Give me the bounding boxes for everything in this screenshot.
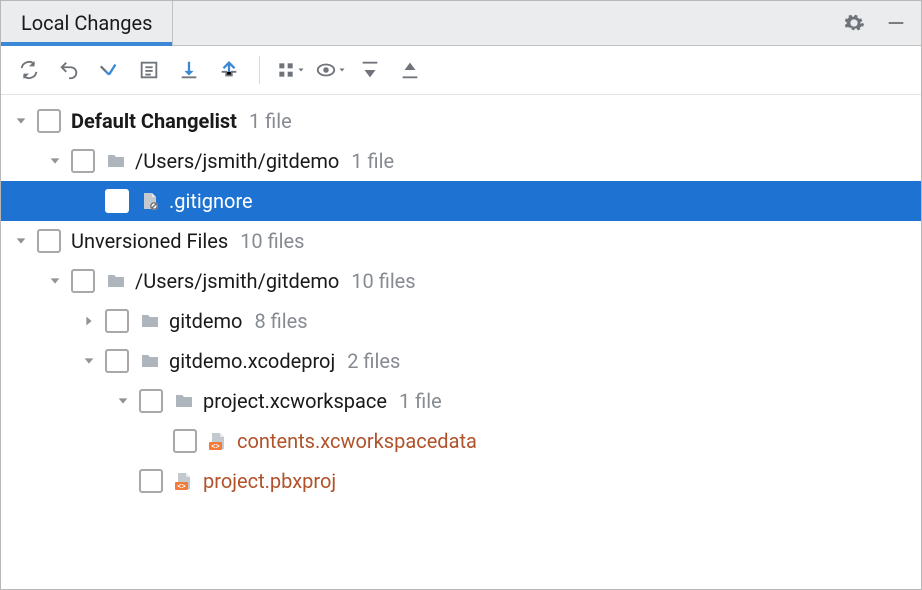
- tree-row-default-changelist[interactable]: Default Changelist 1 file: [1, 101, 921, 141]
- file-count: 8 files: [254, 309, 307, 333]
- file-count: 1 file: [249, 109, 292, 133]
- gear-icon[interactable]: [839, 8, 869, 38]
- chevron-down-icon[interactable]: [45, 151, 65, 171]
- row-label: Default Changelist: [71, 109, 237, 133]
- row-label: /Users/jsmith/gitdemo: [135, 149, 339, 173]
- toolbar-separator: [259, 56, 260, 84]
- preview-icon[interactable]: [312, 52, 348, 88]
- tree-row-gitdemo-folder[interactable]: gitdemo 8 files: [1, 301, 921, 341]
- row-label: gitdemo.xcodeproj: [169, 349, 335, 373]
- row-label: Unversioned Files: [71, 229, 228, 253]
- chevron-down-icon[interactable]: [11, 231, 31, 251]
- checkbox[interactable]: [105, 349, 129, 373]
- tree-row-contentsxcw[interactable]: contents.xcworkspacedata: [1, 421, 921, 461]
- file-count: 1 file: [351, 149, 394, 173]
- row-label: .gitignore: [169, 189, 253, 213]
- chevron-down-icon[interactable]: [79, 351, 99, 371]
- folder-icon: [173, 390, 195, 412]
- file-xml-icon: [207, 430, 229, 452]
- tab-local-changes[interactable]: Local Changes: [1, 1, 173, 45]
- row-label: contents.xcworkspacedata: [237, 429, 477, 453]
- group-by-icon[interactable]: [272, 52, 308, 88]
- tree-row-gitignore[interactable]: .gitignore: [1, 181, 921, 221]
- folder-icon: [105, 270, 127, 292]
- folder-icon: [139, 310, 161, 332]
- changelist-icon[interactable]: [131, 52, 167, 88]
- commit-icon[interactable]: [91, 52, 127, 88]
- chevron-right-icon[interactable]: [79, 311, 99, 331]
- checkbox[interactable]: [105, 189, 129, 213]
- row-label: project.pbxproj: [203, 469, 336, 493]
- tree-row-pbxproj[interactable]: project.pbxproj: [1, 461, 921, 501]
- shelve-icon[interactable]: [171, 52, 207, 88]
- row-label: project.xcworkspace: [203, 389, 387, 413]
- row-label: gitdemo: [169, 309, 242, 333]
- expand-all-icon[interactable]: [352, 52, 388, 88]
- collapse-all-icon[interactable]: [392, 52, 428, 88]
- checkbox[interactable]: [37, 229, 61, 253]
- version-control-panel: Local Changes Default Changelist 1 file/U…: [0, 0, 922, 590]
- refresh-icon[interactable]: [11, 52, 47, 88]
- file-ignored-icon: [139, 190, 161, 212]
- checkbox[interactable]: [71, 149, 95, 173]
- folder-icon: [105, 150, 127, 172]
- minimize-icon[interactable]: [881, 8, 911, 38]
- file-count: 10 files: [351, 269, 415, 293]
- checkbox[interactable]: [71, 269, 95, 293]
- chevron-down-icon[interactable]: [113, 391, 133, 411]
- file-xml-icon: [173, 470, 195, 492]
- file-count: 2 files: [347, 349, 400, 373]
- checkbox[interactable]: [139, 469, 163, 493]
- toolbar: [1, 46, 921, 95]
- chevron-down-icon[interactable]: [45, 271, 65, 291]
- row-label: /Users/jsmith/gitdemo: [135, 269, 339, 293]
- changes-tree[interactable]: Default Changelist 1 file/Users/jsmith/gi…: [1, 95, 921, 589]
- tree-row-workspace[interactable]: project.xcworkspace 1 file: [1, 381, 921, 421]
- folder-icon: [139, 350, 161, 372]
- checkbox[interactable]: [37, 109, 61, 133]
- checkbox[interactable]: [105, 309, 129, 333]
- rollback-icon[interactable]: [51, 52, 87, 88]
- file-count: 1 file: [399, 389, 442, 413]
- unshelve-icon[interactable]: [211, 52, 247, 88]
- checkbox[interactable]: [173, 429, 197, 453]
- tree-row-dc-folder[interactable]: /Users/jsmith/gitdemo 1 file: [1, 141, 921, 181]
- chevron-down-icon[interactable]: [11, 111, 31, 131]
- file-count: 10 files: [240, 229, 304, 253]
- tab-bar: Local Changes: [1, 1, 921, 46]
- tab-label: Local Changes: [21, 11, 152, 35]
- checkbox[interactable]: [139, 389, 163, 413]
- tree-row-xcodeproj[interactable]: gitdemo.xcodeproj 2 files: [1, 341, 921, 381]
- tree-row-unversioned[interactable]: Unversioned Files 10 files: [1, 221, 921, 261]
- tree-row-uv-folder[interactable]: /Users/jsmith/gitdemo 10 files: [1, 261, 921, 301]
